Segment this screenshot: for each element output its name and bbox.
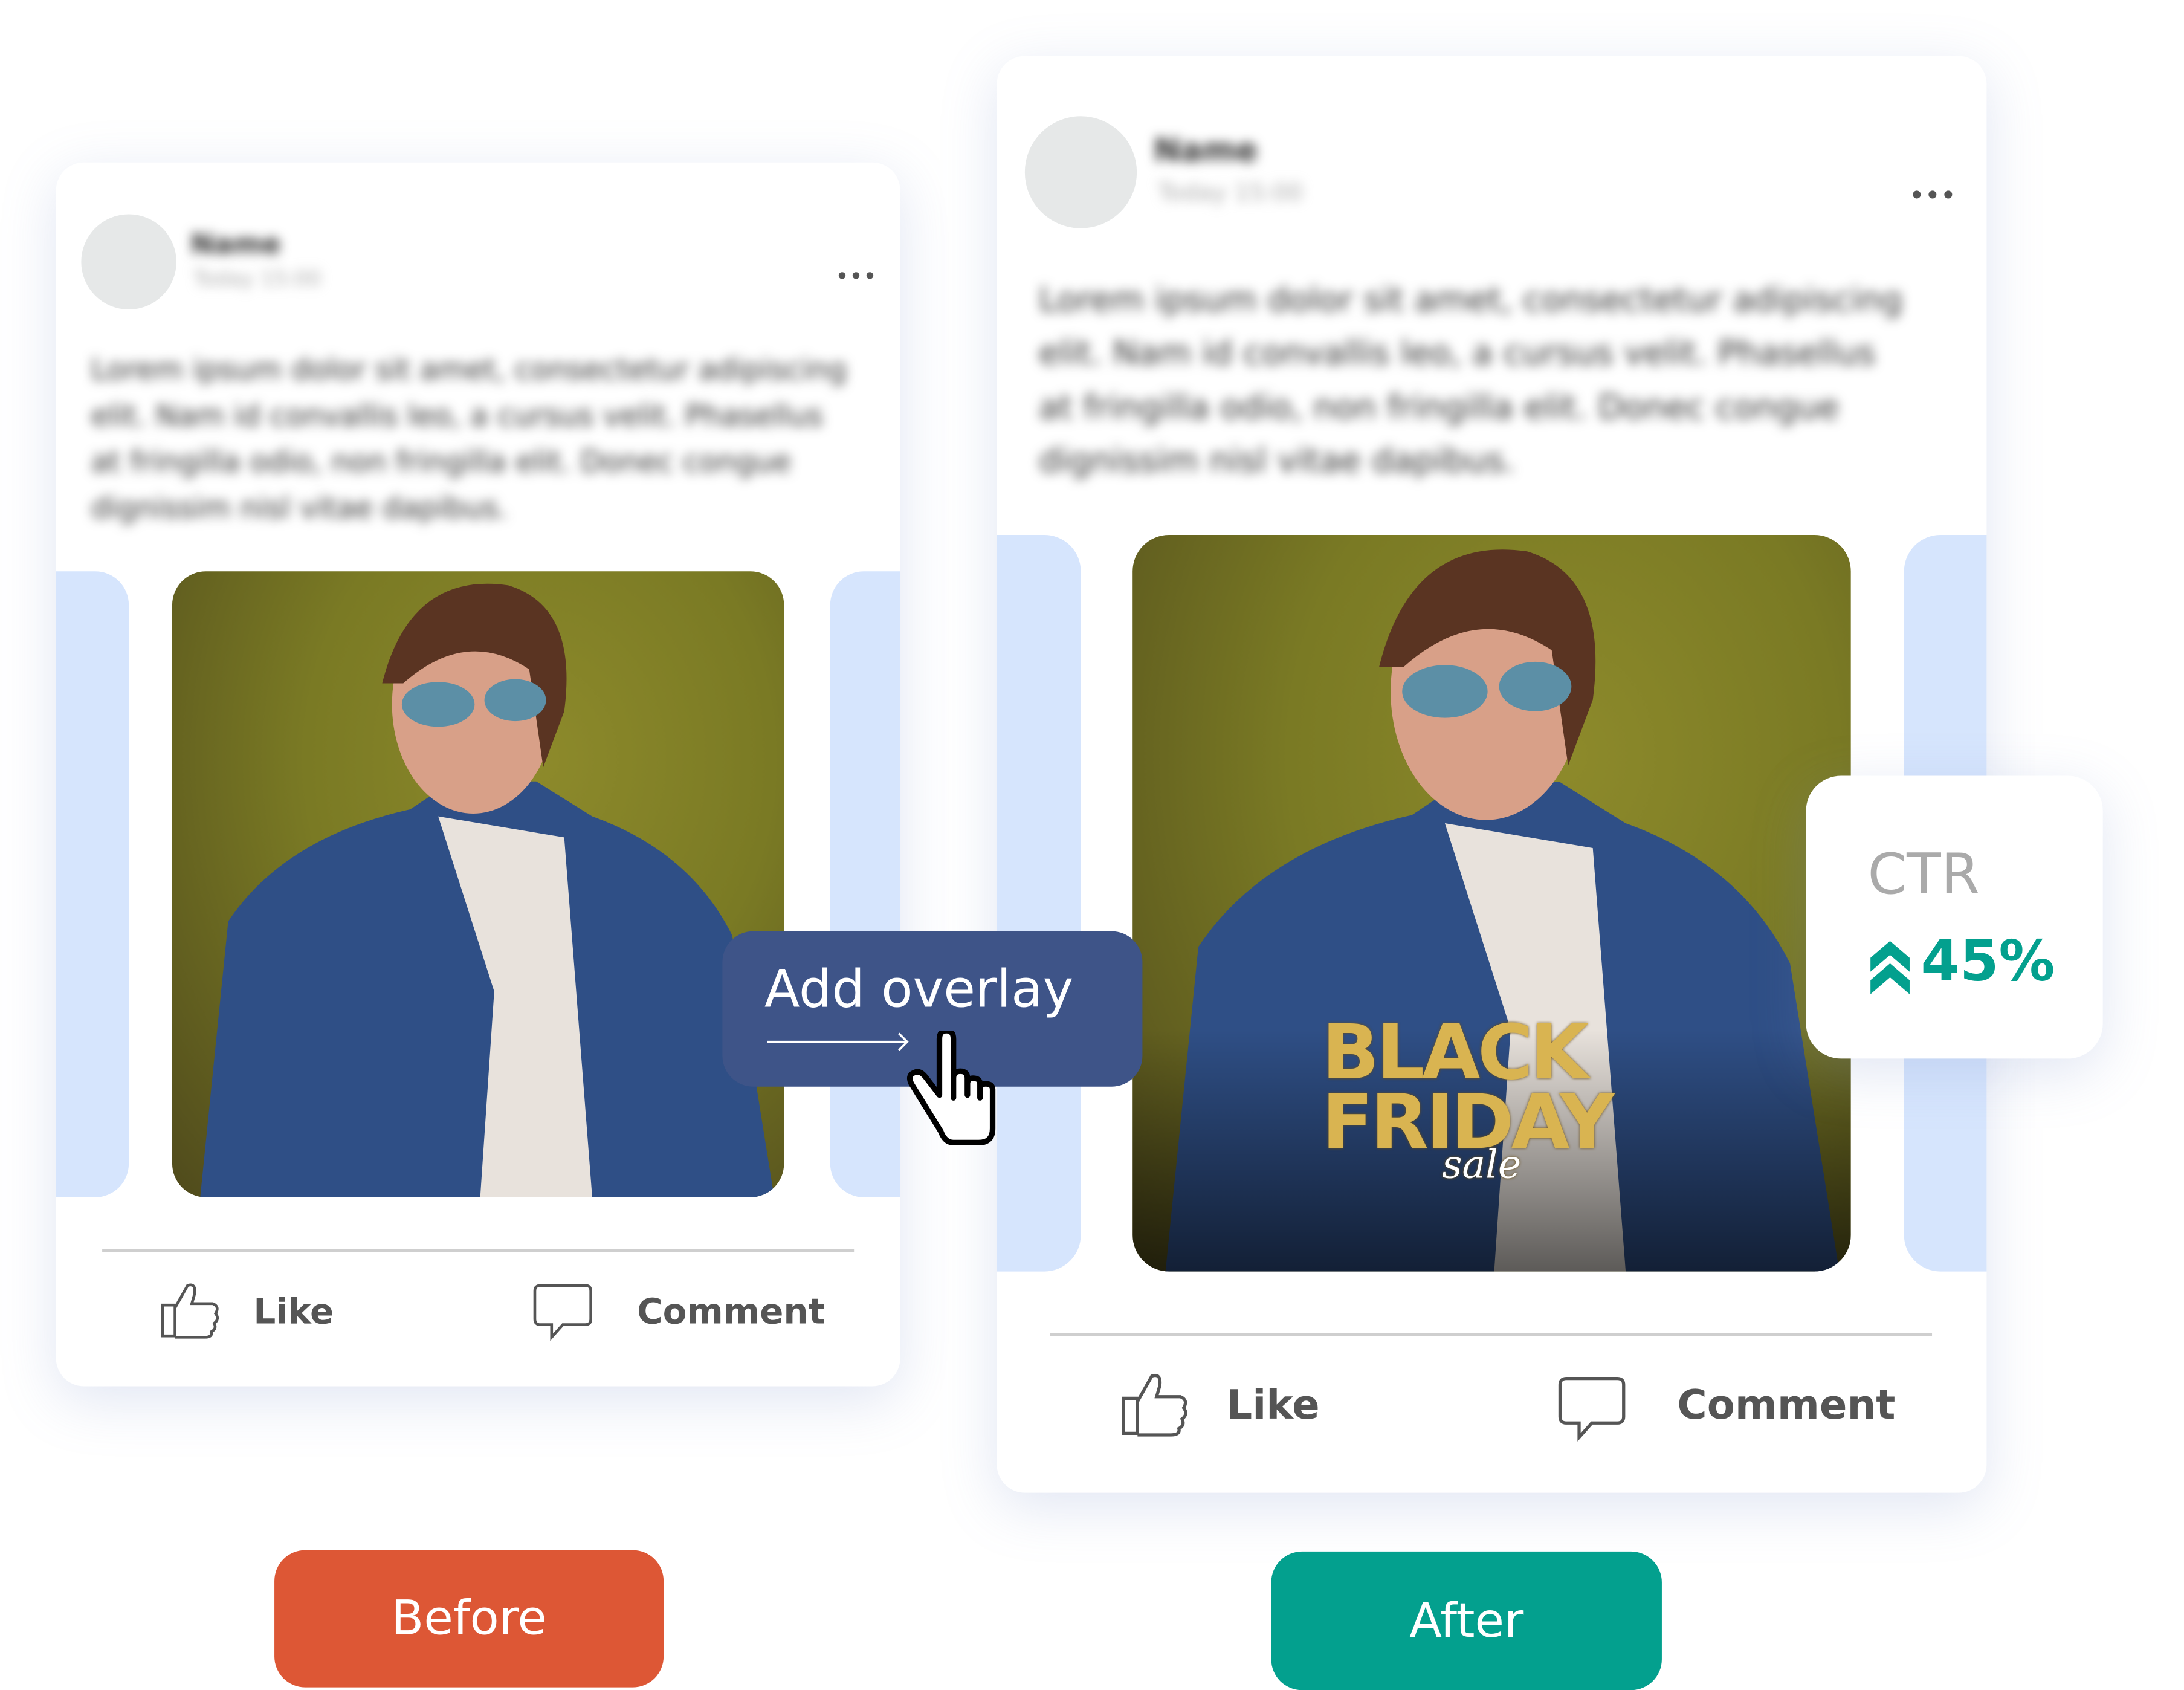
post-photo: BLACK FRIDAY sale xyxy=(1132,534,1851,1272)
comment-button[interactable]: Comment xyxy=(1557,1372,1921,1442)
divider xyxy=(102,1249,855,1252)
carousel-prev-slide[interactable] xyxy=(997,534,1081,1272)
add-overlay-label: Add overlay xyxy=(764,959,1074,1020)
comment-bubble-icon xyxy=(533,1284,592,1341)
avatar xyxy=(81,214,176,309)
comment-label: Comment xyxy=(637,1290,825,1332)
comment-label: Comment xyxy=(1677,1381,1896,1429)
carousel-prev-slide[interactable] xyxy=(56,571,129,1197)
author-name: Name xyxy=(1153,133,1258,170)
post-text-line: at fringilla odio, non fringilla elit. D… xyxy=(91,445,792,479)
author-name: Name xyxy=(190,227,281,261)
overlay-line-1: BLACK xyxy=(1321,1008,1589,1096)
like-button[interactable]: Like xyxy=(160,1280,341,1341)
avatar xyxy=(1024,116,1137,228)
arrow-right-icon xyxy=(767,1032,909,1051)
like-button[interactable]: Like xyxy=(1120,1370,1344,1440)
timestamp: Today 15:00 xyxy=(1157,179,1303,207)
woman-photo-illustration xyxy=(200,583,775,1197)
divider xyxy=(1050,1333,1933,1336)
post-text-line: at fringilla odio, non fringilla elit. D… xyxy=(1038,387,1840,427)
hand-pointer-cursor-icon xyxy=(906,1031,996,1146)
thumbs-up-icon xyxy=(1121,1373,1187,1437)
carousel-next-slide[interactable] xyxy=(830,571,900,1197)
post-photo xyxy=(172,571,784,1197)
before-label-button: Before xyxy=(274,1550,664,1688)
like-label: Like xyxy=(253,1290,334,1332)
thumbs-up-icon xyxy=(161,1283,219,1339)
post-text-line: Lorem ipsum dolor sit amet, consectetur … xyxy=(91,352,847,387)
double-chevron-up-icon xyxy=(1870,941,1910,994)
post-text-line: Lorem ipsum dolor sit amet, consectetur … xyxy=(1038,280,1903,320)
more-options-icon[interactable]: ••• xyxy=(1910,182,1957,209)
post-text-line: dignissim nisl vitae dapibus. xyxy=(91,491,508,525)
post-text-line: elit. Nam id convallis leo, a cursus vel… xyxy=(91,399,824,433)
post-text-line: dignissim nisl vitae dapibus. xyxy=(1038,441,1516,481)
overlay-line-3: sale xyxy=(1442,1141,1522,1188)
after-label-button: After xyxy=(1271,1551,1662,1690)
ctr-stat-card: CTR 45% xyxy=(1806,775,2103,1059)
more-options-icon[interactable]: ••• xyxy=(836,266,877,288)
black-friday-overlay: BLACK FRIDAY sale xyxy=(1321,1008,1658,1185)
ctr-value: 45% xyxy=(1921,930,2055,994)
comment-button[interactable]: Comment xyxy=(532,1280,840,1341)
ctr-label: CTR xyxy=(1867,843,1980,908)
before-post-card: Name Today 15:00 ••• Lorem ipsum dolor s… xyxy=(56,162,900,1387)
after-post-card: Name Today 15:00 ••• Lorem ipsum dolor s… xyxy=(997,56,1987,1493)
timestamp: Today 15:00 xyxy=(193,266,321,291)
like-label: Like xyxy=(1226,1381,1320,1429)
comment-bubble-icon xyxy=(1558,1376,1626,1442)
post-text-line: elit. Nam id convallis leo, a cursus vel… xyxy=(1038,333,1876,373)
